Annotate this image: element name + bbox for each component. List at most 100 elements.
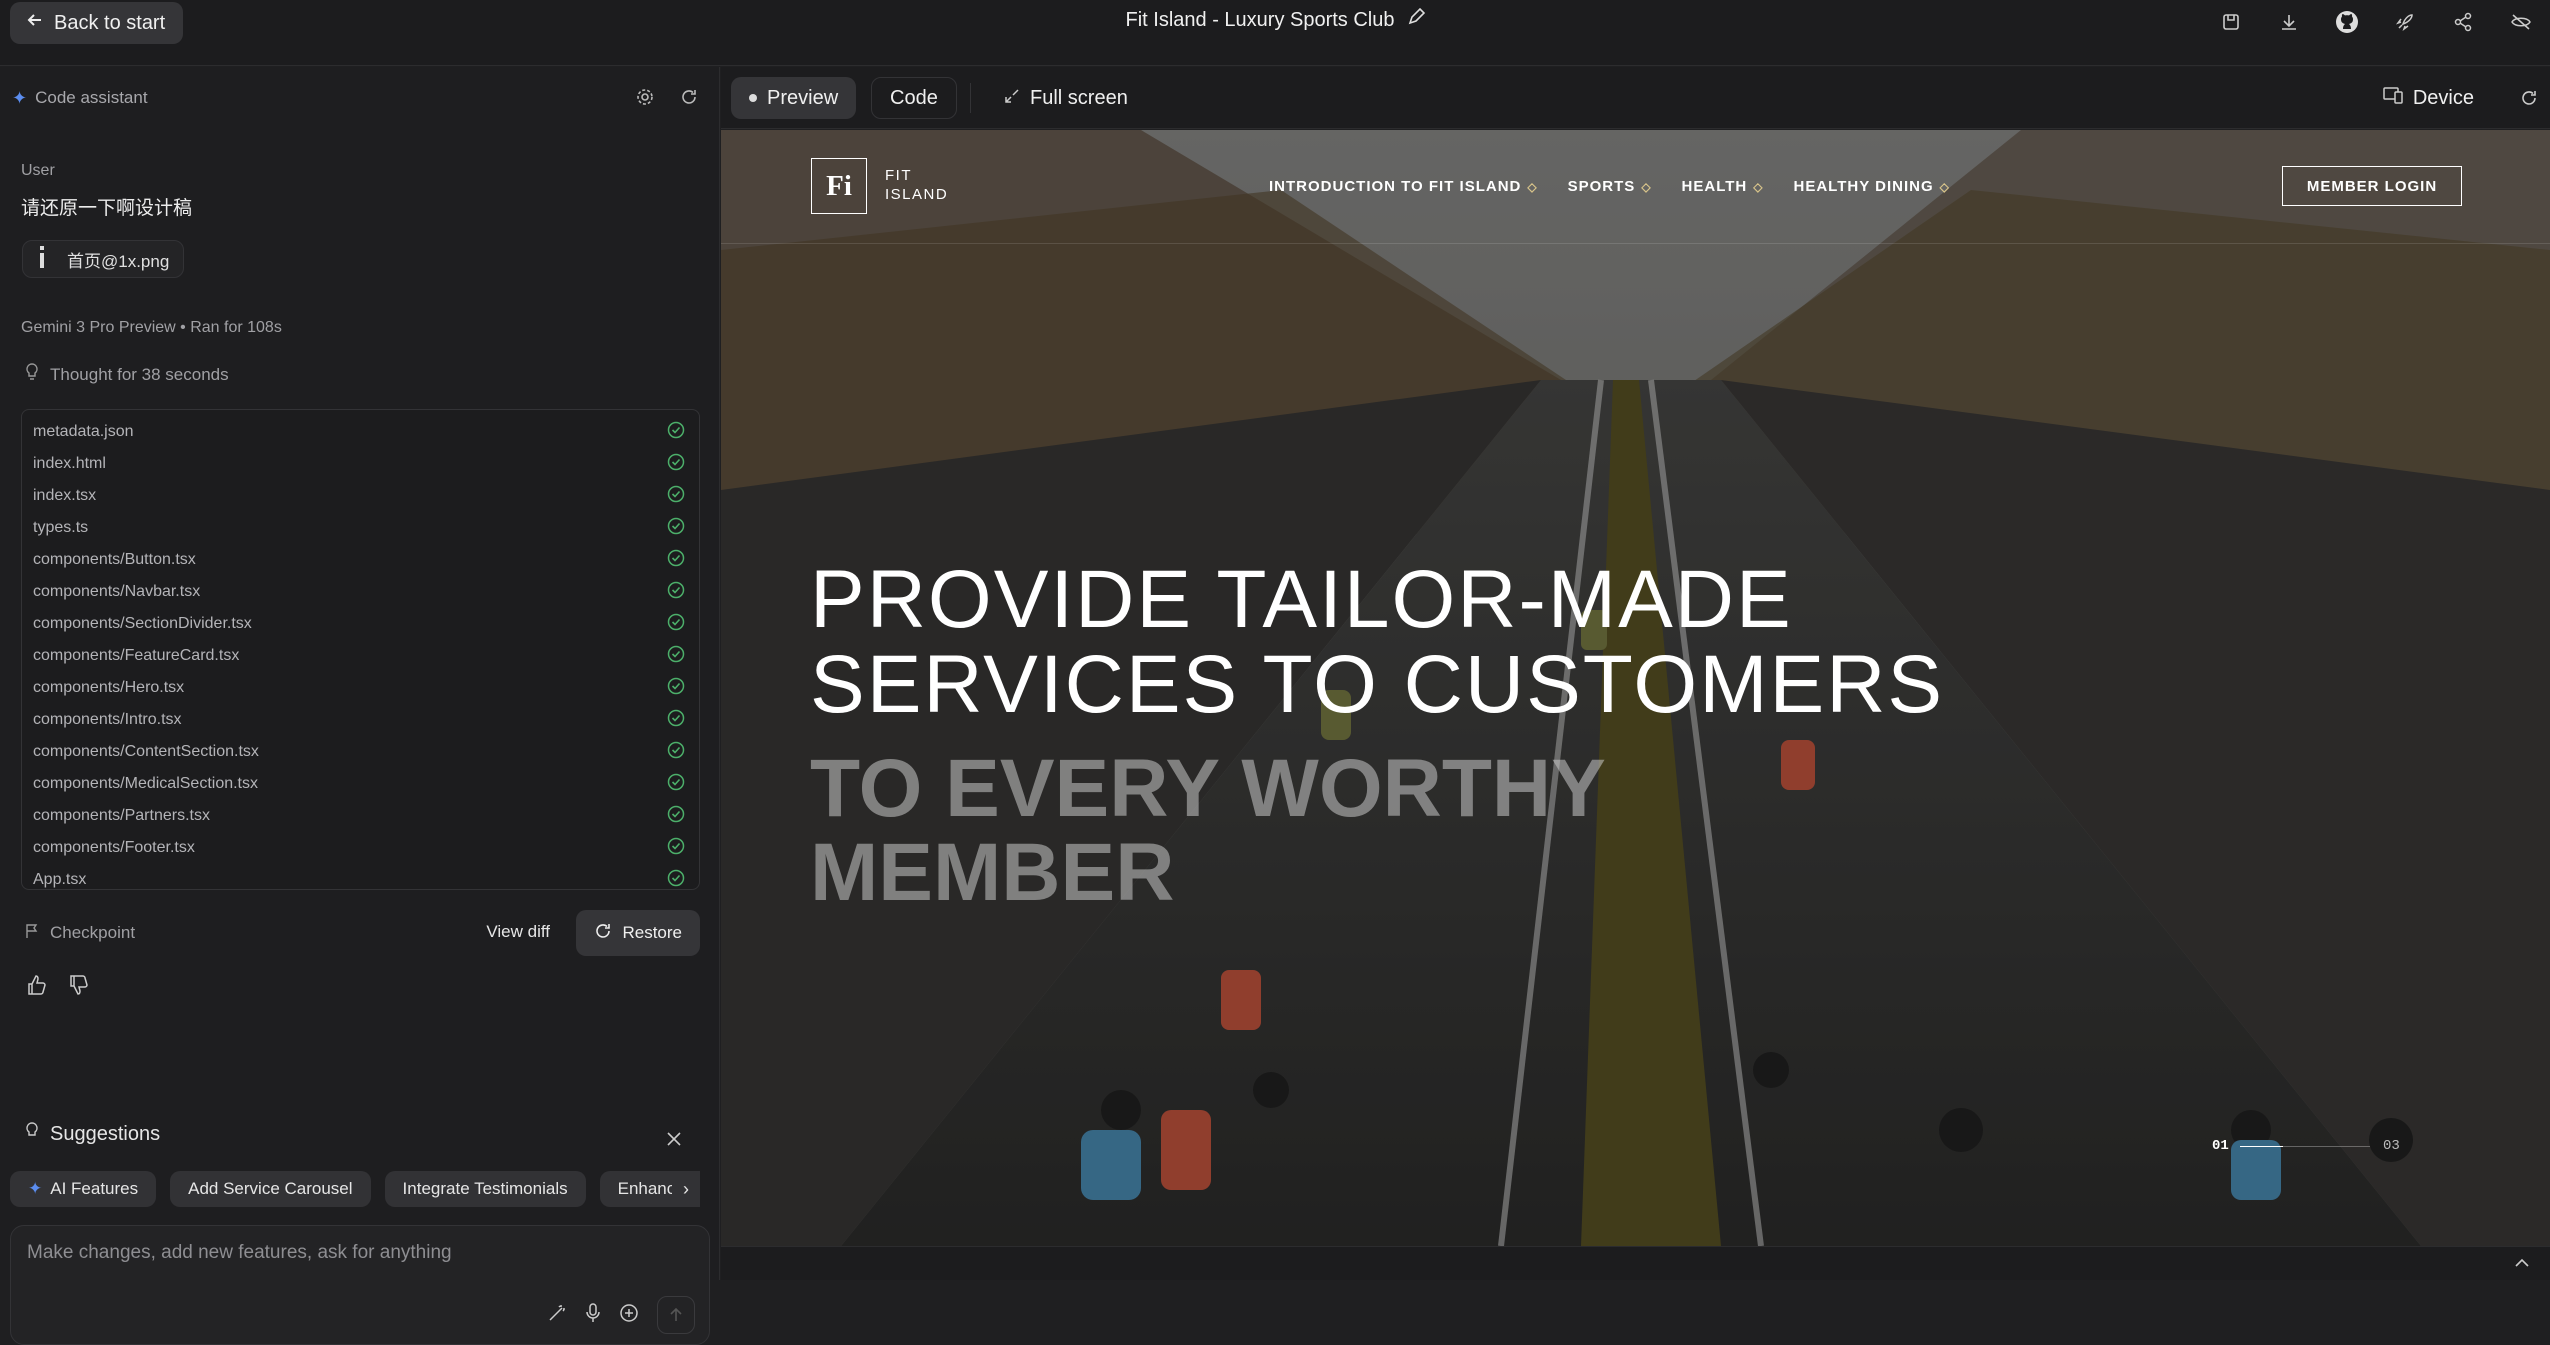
suggestion-chip[interactable]: ✦ AI Features xyxy=(10,1171,157,1207)
hero-heading: PROVIDE TAILOR-MADE SERVICES TO CUSTOMER… xyxy=(810,557,2010,727)
dot-separator: • xyxy=(180,319,191,336)
restore-icon xyxy=(594,922,612,945)
site-nav-link[interactable]: INTRODUCTION TO FIT ISLAND ◇ xyxy=(1269,178,1538,195)
device-icon xyxy=(2383,86,2403,110)
sparkle-icon: ✦ xyxy=(28,1179,43,1198)
restore-button[interactable]: Restore xyxy=(576,910,700,956)
lightbulb-icon xyxy=(24,363,40,386)
checkpoint-label: Checkpoint xyxy=(50,923,136,942)
site-logo-text: FIT ISLAND xyxy=(885,166,948,204)
file-row[interactable]: metadata.json xyxy=(22,416,699,448)
file-row[interactable]: components/MedicalSection.tsx xyxy=(22,768,699,800)
toolbar-divider xyxy=(970,83,971,113)
file-name: components/SectionDivider.tsx xyxy=(33,615,252,632)
fullscreen-button[interactable]: Full screen xyxy=(986,77,1146,119)
hide-icon[interactable] xyxy=(2492,8,2550,36)
check-circle-icon xyxy=(667,517,685,540)
site-nav-link[interactable]: HEALTHY DINING ◇ xyxy=(1794,178,1950,195)
tab-code[interactable]: Code xyxy=(871,77,957,119)
add-icon[interactable] xyxy=(619,1303,639,1328)
view-diff-button[interactable]: View diff xyxy=(486,922,550,942)
download-icon[interactable] xyxy=(2260,8,2318,36)
tab-preview[interactable]: Preview xyxy=(731,77,857,119)
user-label: User xyxy=(21,162,55,179)
file-row[interactable]: components/Navbar.tsx xyxy=(22,576,699,608)
hero-subheading-line-1: TO EVERY WORTHY xyxy=(810,743,1606,834)
file-name: components/Hero.tsx xyxy=(33,679,185,696)
site-nav-label: SPORTS xyxy=(1567,178,1636,195)
reload-preview-icon[interactable] xyxy=(2520,89,2538,112)
site-logo-mark[interactable]: Fi xyxy=(811,158,867,214)
deploy-icon[interactable] xyxy=(2376,8,2434,36)
chevron-up-icon[interactable] xyxy=(2514,1255,2530,1273)
site-nav-label: HEALTHY DINING xyxy=(1793,178,1934,195)
diamond-icon: ◇ xyxy=(1939,179,1950,194)
suggestion-label: Add Service Carousel xyxy=(188,1179,353,1198)
suggestions-header: Suggestions xyxy=(24,1122,160,1146)
slide-current: 01 xyxy=(2212,1138,2229,1154)
magic-edit-icon[interactable] xyxy=(547,1303,567,1328)
app-title: Fit Island - Luxury Sports Club xyxy=(0,7,2550,32)
settings-icon[interactable] xyxy=(635,87,655,112)
file-name: index.tsx xyxy=(33,487,97,504)
site-nav-label: HEALTH xyxy=(1681,178,1748,195)
member-login-button[interactable]: MEMBER LOGIN xyxy=(2282,166,2462,206)
attachment-name: 首页@1x.png xyxy=(67,251,170,271)
slide-total: 03 xyxy=(2383,1138,2400,1154)
microphone-icon[interactable] xyxy=(585,1302,601,1328)
file-name: components/ContentSection.tsx xyxy=(33,743,259,760)
file-row[interactable]: index.tsx xyxy=(22,480,699,512)
diamond-icon: ◇ xyxy=(1753,179,1764,194)
user-message: 请还原一下啊设计稿 xyxy=(21,198,193,219)
file-name: types.ts xyxy=(33,519,89,536)
top-bar: Back to start Fit Island - Luxury Sports… xyxy=(0,0,2550,66)
assistant-header: ✦ Code assistant xyxy=(0,67,720,129)
suggestion-chip[interactable]: Integrate Testimonials xyxy=(384,1171,586,1207)
github-icon[interactable] xyxy=(2318,8,2376,36)
file-row[interactable]: index.html xyxy=(22,448,699,480)
refresh-icon[interactable] xyxy=(679,87,699,112)
file-row[interactable]: components/Footer.tsx xyxy=(22,832,699,864)
slide-progress xyxy=(2240,1146,2283,1147)
thought-info[interactable]: Thought for 38 seconds xyxy=(24,363,229,386)
suggestion-chip[interactable]: Add Service Carousel xyxy=(170,1171,371,1207)
checkpoint-row: Checkpoint View diff Restore xyxy=(24,910,700,956)
check-circle-icon xyxy=(667,869,685,892)
file-name: components/Footer.tsx xyxy=(33,839,195,856)
diamond-icon: ◇ xyxy=(1527,179,1538,194)
device-label: Device xyxy=(2412,86,2474,109)
file-name: index.html xyxy=(33,455,106,472)
save-icon[interactable] xyxy=(2202,8,2260,36)
send-button[interactable] xyxy=(657,1296,695,1334)
slide-indicator[interactable]: 01 03 xyxy=(2212,1135,2400,1157)
image-file-icon xyxy=(37,245,47,273)
file-name: components/MedicalSection.tsx xyxy=(33,775,258,792)
file-row[interactable]: components/Partners.tsx xyxy=(22,800,699,832)
feedback xyxy=(26,974,90,1001)
thumbs-down-icon[interactable] xyxy=(68,974,90,1001)
close-icon[interactable] xyxy=(666,1131,682,1152)
file-row[interactable]: components/Intro.tsx xyxy=(22,704,699,736)
share-icon[interactable] xyxy=(2434,8,2492,36)
file-row[interactable]: components/Button.tsx xyxy=(22,544,699,576)
file-row[interactable]: App.tsx xyxy=(22,864,699,896)
preview-bottom-bar xyxy=(721,1246,2550,1280)
file-row[interactable]: components/ContentSection.tsx xyxy=(22,736,699,768)
tab-code-label: Code xyxy=(890,86,938,109)
file-row[interactable]: components/FeatureCard.tsx xyxy=(22,640,699,672)
pencil-icon[interactable] xyxy=(1407,7,1425,32)
site-nav-link[interactable]: SPORTS ◇ xyxy=(1568,178,1652,195)
check-circle-icon xyxy=(667,805,685,828)
file-row[interactable]: components/Hero.tsx xyxy=(22,672,699,704)
hero-subheading: TO EVERY WORTHY MEMBER xyxy=(810,747,1810,915)
site-nav-link[interactable]: HEALTH ◇ xyxy=(1682,178,1764,195)
prompt-input[interactable] xyxy=(27,1242,687,1264)
device-button[interactable]: Device xyxy=(2365,77,2492,119)
logo-line-2: ISLAND xyxy=(885,186,949,203)
attachment-chip[interactable]: 首页@1x.png xyxy=(22,240,185,278)
file-name: components/Navbar.tsx xyxy=(33,583,201,600)
chevron-right-icon[interactable]: › xyxy=(672,1171,700,1207)
file-row[interactable]: types.ts xyxy=(22,512,699,544)
file-row[interactable]: components/SectionDivider.tsx xyxy=(22,608,699,640)
thumbs-up-icon[interactable] xyxy=(26,974,48,1001)
